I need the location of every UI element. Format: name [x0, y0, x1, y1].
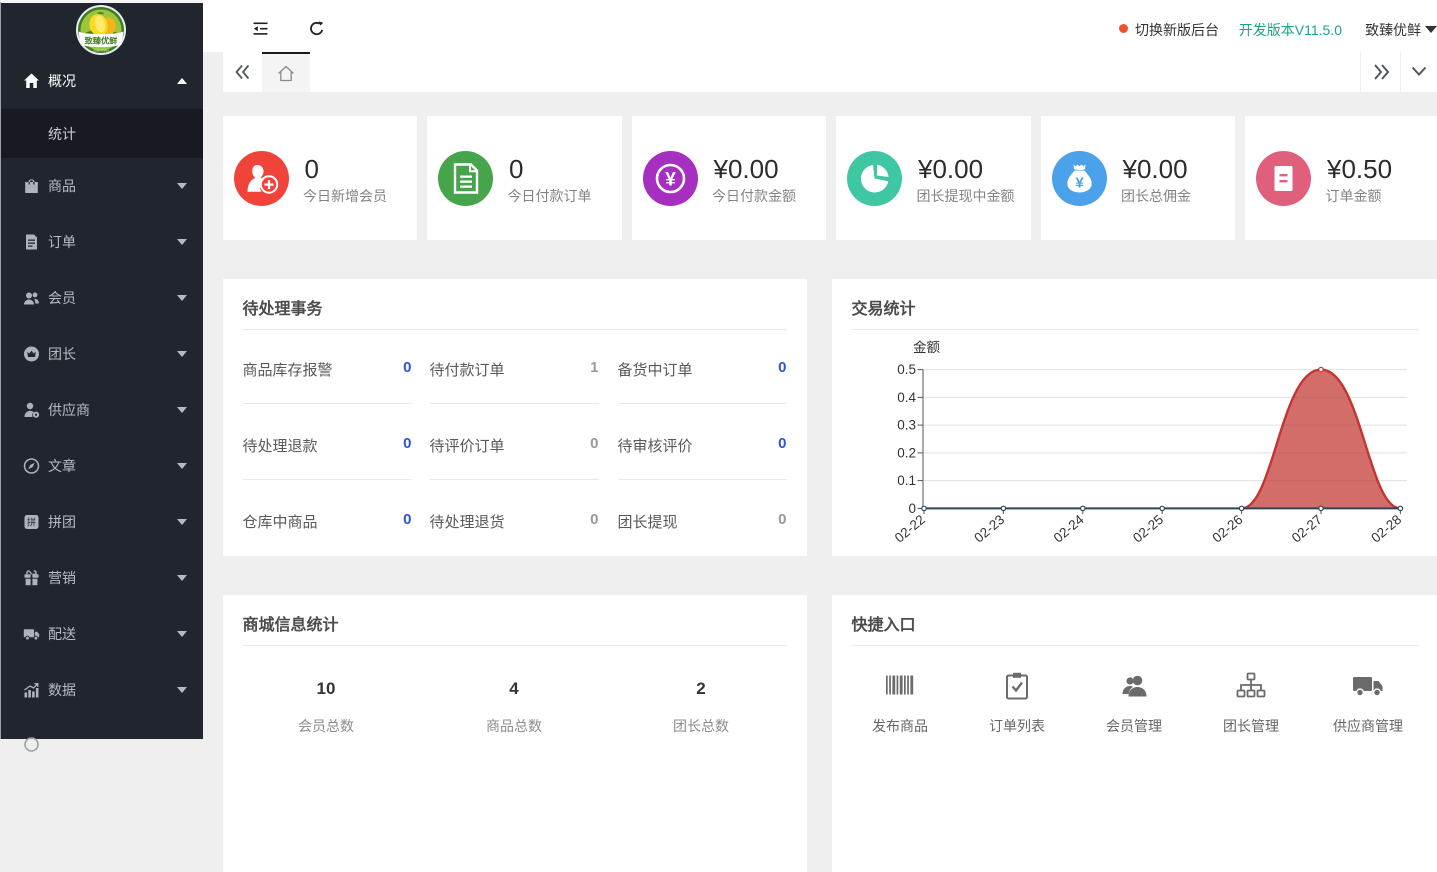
svg-text:02-24: 02-24: [1050, 511, 1086, 545]
svg-text:ZHENXIAN: ZHENXIAN: [93, 49, 108, 53]
svg-text:02-22: 02-22: [891, 511, 927, 545]
svg-text:02-23: 02-23: [971, 511, 1007, 545]
svg-text:0.2: 0.2: [897, 445, 916, 460]
svg-text:02-28: 02-28: [1368, 511, 1404, 545]
svg-text:0.5: 0.5: [897, 362, 916, 377]
svg-text:拼: 拼: [27, 517, 36, 528]
svg-text:02-25: 02-25: [1130, 511, 1166, 545]
svg-text:¥: ¥: [665, 170, 676, 191]
svg-text:02-27: 02-27: [1288, 511, 1324, 545]
svg-text:0.1: 0.1: [897, 473, 916, 488]
svg-text:0.4: 0.4: [897, 389, 916, 404]
svg-text:金额: 金额: [913, 340, 941, 355]
svg-text:致臻优鲜: 致臻优鲜: [85, 36, 119, 46]
svg-text:0.3: 0.3: [897, 417, 916, 432]
svg-text:¥: ¥: [1075, 175, 1084, 192]
svg-text:02-26: 02-26: [1209, 511, 1245, 545]
